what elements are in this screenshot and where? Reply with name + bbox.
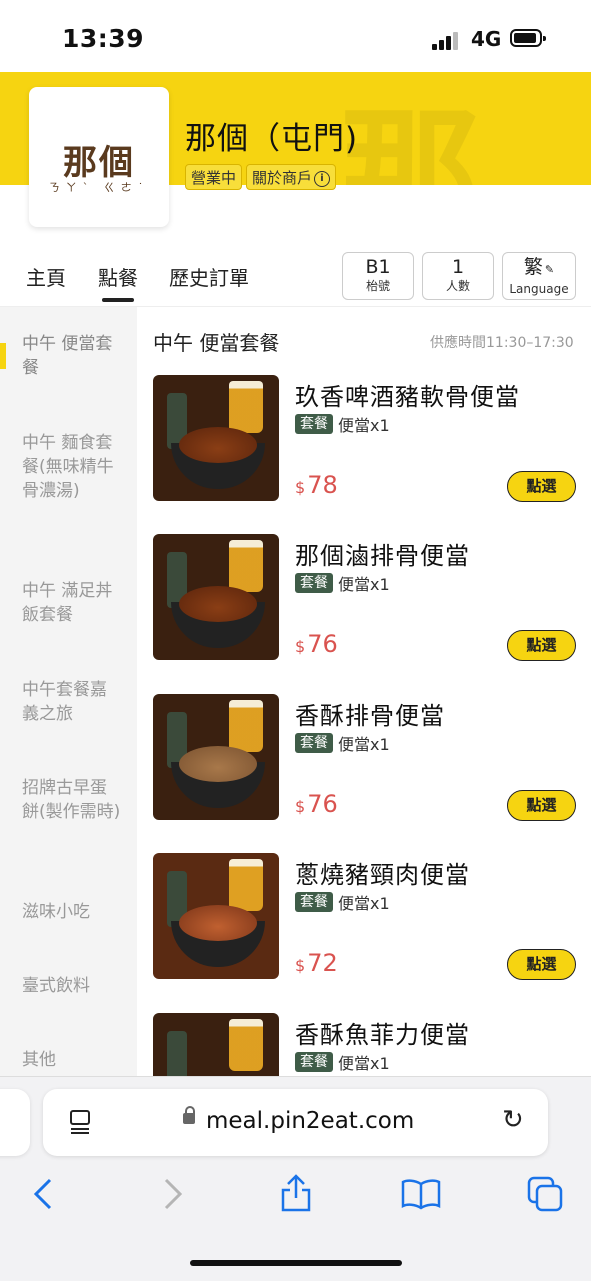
menu-item[interactable]: 那個滷排骨便當 套餐 便當x1 $76 點選	[153, 534, 578, 664]
food-image	[153, 853, 279, 979]
info-icon: i	[314, 170, 331, 187]
language-label: Language	[509, 282, 569, 296]
previous-tab-card[interactable]	[0, 1089, 30, 1156]
item-price: $72	[295, 949, 338, 977]
set-meal-badge: 套餐	[295, 573, 333, 593]
table-number-label: 枱號	[365, 279, 390, 293]
tabs-icon[interactable]	[527, 1176, 563, 1212]
price-value: 76	[307, 790, 338, 818]
lock-icon	[183, 1106, 195, 1124]
table-number-box[interactable]: B1 枱號	[342, 252, 414, 300]
select-button[interactable]: 點選	[507, 630, 576, 661]
select-button[interactable]: 點選	[507, 790, 576, 821]
category-item-snacks[interactable]: 滋味小吃	[22, 900, 122, 924]
currency-symbol: $	[295, 637, 306, 656]
status-bar: 13:39 4G	[0, 0, 591, 72]
reload-icon[interactable]: ↻	[502, 1105, 524, 1135]
about-merchant-label: 關於商戶	[252, 169, 313, 187]
set-meal-badge: 套餐	[295, 733, 333, 753]
open-status-badge: 營業中	[185, 164, 243, 190]
tab-order-history[interactable]: 歷史訂單	[169, 262, 249, 291]
food-image	[153, 1013, 279, 1076]
serving-time: 供應時間11:30–17:30	[430, 335, 574, 351]
category-item-lunch-bento[interactable]: 中午 便當套餐	[22, 332, 122, 380]
tab-home[interactable]: 主頁	[26, 262, 66, 291]
currency-symbol: $	[295, 956, 306, 975]
section-title: 中午 便當套餐	[153, 331, 280, 355]
language-value: 繁	[523, 256, 543, 278]
select-button[interactable]: 點選	[507, 471, 576, 502]
people-count-box[interactable]: 1 人數	[422, 252, 494, 300]
tab-order[interactable]: 點餐	[98, 262, 138, 302]
menu-item[interactable]: 香酥魚菲力便當 套餐 便當x1	[153, 1013, 578, 1076]
food-image	[153, 375, 279, 501]
select-button[interactable]: 點選	[507, 949, 576, 980]
price-value: 76	[307, 630, 338, 658]
item-price: $76	[295, 790, 338, 818]
menu-item[interactable]: 蔥燒豬頸肉便當 套餐 便當x1 $72 點選	[153, 853, 578, 983]
currency-symbol: $	[295, 797, 306, 816]
item-price: $78	[295, 471, 338, 499]
menu-item[interactable]: 香酥排骨便當 套餐 便當x1 $76 點選	[153, 694, 578, 824]
people-count-value: 1	[451, 256, 465, 278]
page-menu-icon[interactable]	[69, 1109, 91, 1135]
item-name: 蔥燒豬頸肉便當	[295, 861, 470, 889]
about-merchant-button[interactable]: 關於商戶 i	[246, 164, 337, 190]
item-name: 香酥排骨便當	[295, 702, 445, 730]
item-description: 便當x1	[338, 894, 390, 913]
store-name: 那個（屯門)	[185, 121, 359, 157]
price-value: 78	[307, 471, 338, 499]
item-name: 那個滷排骨便當	[295, 542, 470, 570]
category-item-drinks[interactable]: 臺式飲料	[22, 974, 122, 998]
signal-icon	[432, 32, 464, 50]
forward-icon[interactable]	[162, 1178, 184, 1210]
main-tabs: 主頁 點餐 歷史訂單	[0, 240, 340, 306]
category-item-lunch-chiayi[interactable]: 中午套餐嘉義之旅	[22, 678, 122, 726]
table-number-value: B1	[365, 256, 391, 278]
address-bar[interactable]: meal.pin2eat.com ↻	[43, 1089, 548, 1156]
item-description: 便當x1	[338, 1054, 390, 1073]
menu-item[interactable]: 玖香啤酒豬軟骨便當 套餐 便當x1 $78 點選	[153, 375, 578, 505]
item-name: 玖香啤酒豬軟骨便當	[295, 383, 520, 411]
status-time: 13:39	[62, 24, 145, 53]
logo-text: 那個	[63, 143, 135, 183]
bookmarks-icon[interactable]	[401, 1178, 441, 1210]
network-label: 4G	[471, 27, 502, 51]
language-selector[interactable]: 繁 ✎ Language	[502, 252, 576, 300]
store-logo: 那個 ㄋㄚˋ ㄍㄜ˙	[29, 87, 169, 227]
set-meal-badge: 套餐	[295, 1052, 333, 1072]
set-meal-badge: 套餐	[295, 414, 333, 434]
set-meal-badge: 套餐	[295, 892, 333, 912]
logo-subtext: ㄋㄚˋ ㄍㄜ˙	[48, 181, 150, 194]
category-item-lunch-noodles[interactable]: 中午 麵食套餐(無味精牛骨濃湯)	[22, 431, 122, 503]
item-description: 便當x1	[338, 416, 390, 435]
item-price: $76	[295, 630, 338, 658]
item-description: 便當x1	[338, 735, 390, 754]
food-image	[153, 694, 279, 820]
people-count-label: 人數	[445, 279, 470, 293]
category-item-egg-pancake[interactable]: 招牌古早蛋餅(製作需時)	[22, 776, 122, 824]
food-image	[153, 534, 279, 660]
home-indicator	[190, 1260, 402, 1266]
category-item-lunch-donburi[interactable]: 中午 滿足丼飯套餐	[22, 579, 122, 627]
battery-icon	[510, 29, 546, 47]
back-icon[interactable]	[32, 1178, 54, 1210]
share-icon[interactable]	[280, 1174, 312, 1212]
currency-symbol: $	[295, 478, 306, 497]
price-value: 72	[307, 949, 338, 977]
item-description: 便當x1	[338, 575, 390, 594]
active-category-marker	[0, 343, 6, 369]
category-item-others[interactable]: 其他	[22, 1048, 122, 1072]
pencil-icon: ✎	[544, 263, 555, 276]
item-name: 香酥魚菲力便當	[295, 1021, 470, 1049]
url-text: meal.pin2eat.com	[206, 1108, 415, 1134]
